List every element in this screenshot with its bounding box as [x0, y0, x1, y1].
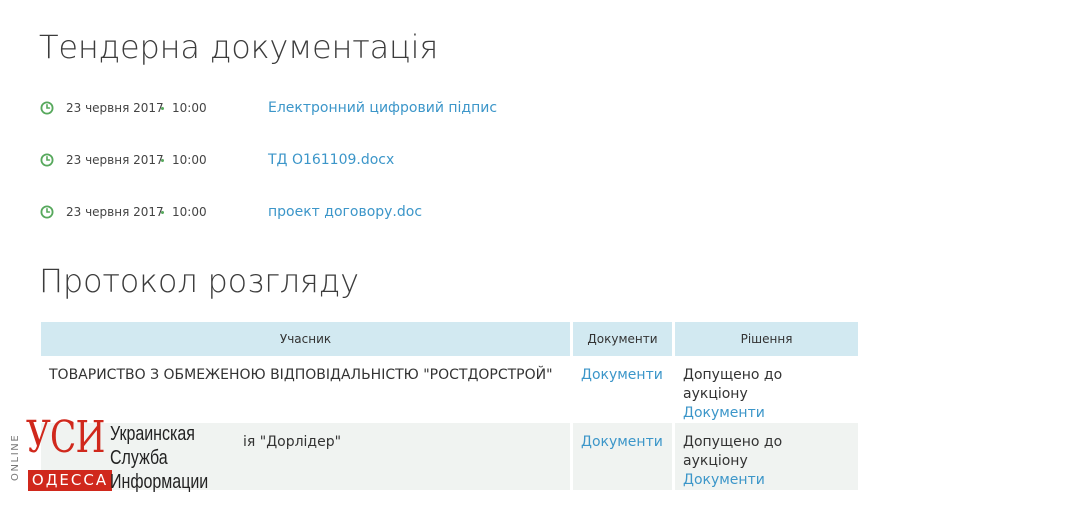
logo-agency-name: Украинская Служба Информации: [110, 422, 208, 494]
usi-watermark-logo: ONLINE УСИ ОДЕССА Украинская Служба Инфо…: [10, 412, 208, 498]
table-row: ТОВАРИСТВО З ОБМЕЖЕНОЮ ВІДПОВІДАЛЬНІСТЮ …: [41, 356, 858, 423]
logo-brand: УСИ: [26, 412, 105, 463]
documents-link[interactable]: Документи: [581, 434, 663, 450]
tender-docs-title: Тендерна документація: [39, 28, 439, 66]
separator-dot: [161, 210, 164, 214]
decision-documents-link[interactable]: Документи: [683, 405, 765, 421]
documents-link[interactable]: Документи: [581, 367, 663, 383]
logo-agency-line: Служба: [110, 447, 168, 469]
doc-time: 10:00: [172, 153, 207, 167]
doc-link[interactable]: ТД О161109.docx: [268, 152, 394, 168]
doc-date: 23 червня 2017: [66, 101, 164, 115]
doc-date: 23 червня 2017: [66, 205, 164, 219]
table-header-row: Учасник Документи Рішення: [41, 322, 858, 356]
header-decision: Рішення: [673, 322, 858, 356]
clock-icon: [40, 205, 54, 219]
clock-icon: [40, 101, 54, 115]
decision-documents-link[interactable]: Документи: [683, 472, 765, 488]
doc-date: 23 червня 2017: [66, 153, 164, 167]
doc-link[interactable]: Електронний цифровий підпис: [268, 100, 497, 116]
participant-name: ТОВАРИСТВО З ОБМЕЖЕНОЮ ВІДПОВІДАЛЬНІСТЮ …: [41, 356, 573, 423]
documents-cell: Документи: [571, 356, 675, 423]
decision-text: Допущено до аукціону: [683, 434, 783, 469]
logo-agency-line: Информации: [110, 471, 209, 493]
decision-text: Допущено до аукціону: [683, 367, 783, 402]
separator-dot: [161, 158, 164, 162]
protocol-title: Протокол розгляду: [39, 262, 359, 300]
doc-time: 10:00: [172, 205, 207, 219]
separator-dot: [161, 106, 164, 110]
logo-city: ОДЕССА: [28, 470, 112, 491]
logo-online-text: ONLINE: [10, 433, 21, 481]
doc-item: 23 червня 2017 10:00 Електронний цифрови…: [40, 98, 497, 118]
doc-link[interactable]: проект договору.doc: [268, 204, 422, 220]
header-participant: Учасник: [41, 322, 573, 356]
documents-cell: Документи: [571, 423, 675, 490]
clock-icon: [40, 153, 54, 167]
decision-cell: Допущено до аукціону Документи: [673, 423, 858, 490]
doc-time: 10:00: [172, 101, 207, 115]
decision-cell: Допущено до аукціону Документи: [673, 356, 858, 423]
logo-agency-line: Украинская: [110, 423, 195, 445]
doc-item: 23 червня 2017 10:00 ТД О161109.docx: [40, 150, 394, 170]
header-documents: Документи: [571, 322, 675, 356]
doc-item: 23 червня 2017 10:00 проект договору.doc: [40, 202, 422, 222]
